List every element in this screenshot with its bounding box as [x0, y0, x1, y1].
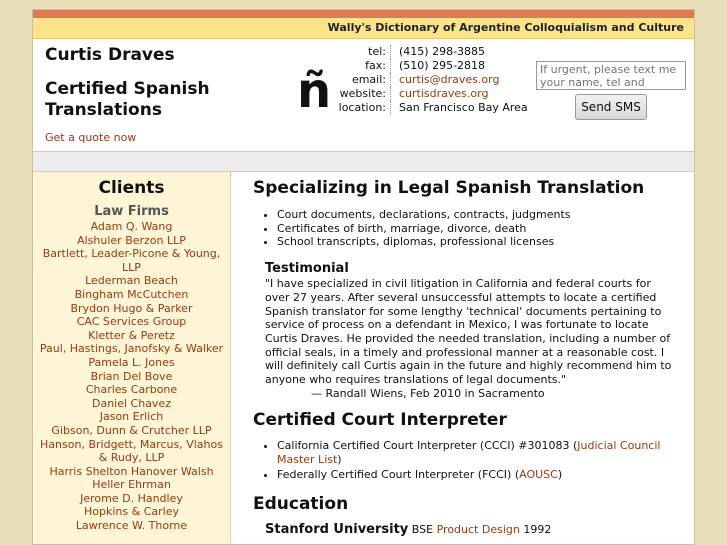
email-label: email:	[351, 73, 386, 86]
client-link[interactable]: Hanson, Bridgett, Marcus, Vlahos & Rudy,…	[33, 438, 230, 465]
degree: BSE	[411, 522, 434, 536]
website-label: website:	[339, 87, 386, 100]
interpreter-item: California Certified Court Interpreter (…	[277, 439, 667, 466]
enye-logo-icon: ñ	[297, 63, 332, 119]
site-tagline[interactable]: Wally's Dictionary of Argentine Colloqui…	[33, 18, 694, 39]
client-link[interactable]: Adam Q. Wang	[33, 220, 230, 234]
interpreter-item: Federally Certified Court Interpreter (F…	[277, 468, 667, 482]
client-link[interactable]: Lederman Beach	[33, 274, 230, 288]
client-link[interactable]: Lawrence W. Thorne	[33, 519, 230, 533]
testimonial-text: "I have specialized in civil litigation …	[265, 277, 672, 387]
client-link[interactable]: Paul, Hastings, Janofsky & Walker	[33, 342, 230, 356]
location-label: location:	[338, 101, 386, 114]
page-frame: Wally's Dictionary of Argentine Colloqui…	[32, 9, 695, 545]
client-link[interactable]: CAC Services Group	[33, 315, 230, 329]
grad-year: 1992	[523, 522, 552, 536]
get-quote-link[interactable]: Get a quote now	[45, 131, 136, 144]
testimonial-attribution: — Randall Wiens, Feb 2010 in Sacramento	[311, 386, 545, 400]
sms-message-input[interactable]	[536, 61, 686, 90]
website-link[interactable]: curtisdraves.org	[399, 87, 488, 101]
education-entry: Stanford University BSE Product Design 1…	[265, 522, 694, 537]
school-name: Stanford University	[265, 521, 409, 537]
nav-bar	[33, 152, 694, 172]
client-link[interactable]: Charles Carbone	[33, 383, 230, 397]
client-link[interactable]: Jason Erlich	[33, 410, 230, 424]
tel-label: tel:	[368, 45, 386, 58]
testimonial-heading: Testimonial	[265, 261, 349, 277]
clients-title: Clients	[98, 178, 165, 198]
client-link[interactable]: Brydon Hugo & Parker	[33, 302, 230, 316]
client-link[interactable]: Daniel Chavez	[33, 397, 230, 411]
header: Curtis Draves Certified Spanish Translat…	[33, 39, 694, 152]
client-link[interactable]: Pamela L. Jones	[33, 356, 230, 370]
site-name: Curtis Draves	[45, 45, 175, 65]
site-subtitle: Certified Spanish Translations	[45, 79, 210, 120]
client-link[interactable]: Bartlett, Leader-Picone & Young, LLP	[33, 247, 230, 274]
fax-label: fax:	[365, 59, 386, 72]
services-list: Court documents, declarations, contracts…	[277, 208, 694, 249]
service-item: Court documents, declarations, contracts…	[277, 208, 694, 222]
client-link[interactable]: Brian Del Bove	[33, 370, 230, 384]
top-stripe	[33, 10, 694, 18]
contact-info: tel: (415) 298-3885 fax: (510) 295-2818 em…	[333, 45, 528, 115]
tel-value: (415) 298-3885	[399, 45, 486, 58]
client-link[interactable]: Kletter & Peretz	[33, 329, 230, 343]
heading-specializing: Specializing in Legal Spanish Translatio…	[253, 178, 645, 198]
client-list: Adam Q. Wang Alshuler Berzon LLP Bartlett,…	[33, 220, 230, 533]
client-link[interactable]: Alshuler Berzon LLP	[33, 234, 230, 248]
client-link[interactable]: Bingham McCutchen	[33, 288, 230, 302]
client-link[interactable]: Harris Shelton Hanover Walsh	[33, 465, 230, 479]
service-item: Certificates of birth, marriage, divorce…	[277, 222, 694, 236]
fax-value: (510) 295-2818	[399, 59, 486, 72]
aousc-link[interactable]: AOUSC	[519, 468, 558, 481]
heading-interpreter: Certified Court Interpreter	[253, 410, 507, 431]
email-link[interactable]: curtis@draves.org	[399, 73, 499, 87]
client-link[interactable]: Gibson, Dunn & Crutcher LLP	[33, 424, 230, 438]
clients-sidebar: Clients Law Firms Adam Q. Wang Alshuler B…	[33, 172, 231, 544]
main-content: Specializing in Legal Spanish Translatio…	[231, 172, 694, 544]
product-design-link[interactable]: Product Design	[437, 523, 520, 536]
service-item: School transcripts, diplomas, profession…	[277, 235, 694, 249]
client-link[interactable]: Hopkins & Carley	[33, 505, 230, 519]
interpreter-list: California Certified Court Interpreter (…	[277, 439, 667, 481]
location-value: San Francisco Bay Area	[399, 101, 528, 114]
send-sms-button[interactable]: Send SMS	[575, 94, 647, 120]
law-firms-subtitle: Law Firms	[94, 204, 169, 219]
client-link[interactable]: Jerome D. Handley	[33, 492, 230, 506]
heading-education: Education	[253, 493, 349, 514]
client-link[interactable]: Heller Ehrman	[33, 478, 230, 492]
